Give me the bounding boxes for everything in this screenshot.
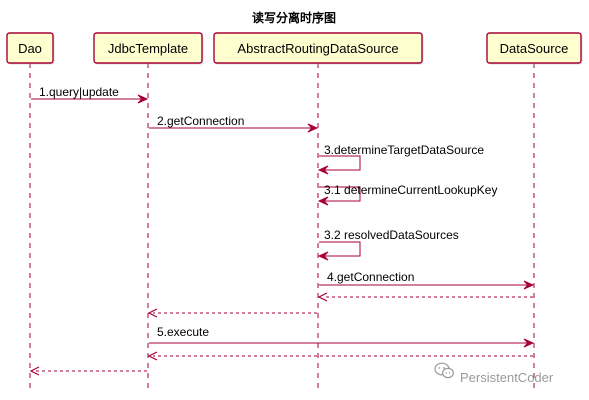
- message-label: 1.query|update: [39, 85, 119, 99]
- participant-jdbc: JdbcTemplate: [93, 32, 204, 65]
- participants: Dao JdbcTemplate AbstractRoutingDataSource…: [6, 32, 583, 65]
- sequence-diagram: 读写分离时序图 Dao JdbcTemplate AbstractRoutingDa…: [6, 10, 583, 392]
- message-3: 3.determineTargetDataSource: [317, 143, 484, 175]
- message-11: [29, 366, 147, 376]
- watermark-text: PersistentCoder: [460, 370, 554, 385]
- participant-name: Dao: [18, 41, 42, 56]
- message-2: 2.getConnection: [149, 114, 319, 133]
- message-5: 3.2 resolvedDataSources: [317, 228, 459, 261]
- messages: 1.query|update 2.getConnection 3.determine…: [29, 85, 535, 376]
- participant-ds: DataSource: [486, 32, 583, 65]
- participant-name: JdbcTemplate: [108, 41, 188, 56]
- message-label: 3.determineTargetDataSource: [324, 143, 484, 157]
- watermark: PersistentCoder: [434, 362, 554, 385]
- message-label: 4.getConnection: [327, 270, 414, 284]
- participant-name: AbstractRoutingDataSource: [237, 41, 398, 56]
- message-label: 3.1 determineCurrentLookupKey: [324, 183, 497, 197]
- message-6: 4.getConnection: [319, 270, 535, 290]
- wechat-icon: [434, 362, 455, 379]
- message-10: [147, 351, 533, 361]
- message-label: 3.2 resolvedDataSources: [324, 228, 459, 242]
- message-8: [147, 308, 317, 318]
- message-label: 2.getConnection: [157, 114, 244, 128]
- message-4: 3.1 determineCurrentLookupKey: [317, 183, 497, 206]
- diagram-title: 读写分离时序图: [252, 10, 336, 25]
- message-9: 5.execute: [149, 325, 535, 348]
- message-1: 1.query|update: [31, 85, 149, 104]
- message-label: 5.execute: [157, 325, 209, 339]
- participant-dao: Dao: [6, 32, 55, 65]
- message-7: [317, 292, 533, 302]
- participant-ards: AbstractRoutingDataSource: [213, 32, 424, 65]
- participant-name: DataSource: [500, 41, 569, 56]
